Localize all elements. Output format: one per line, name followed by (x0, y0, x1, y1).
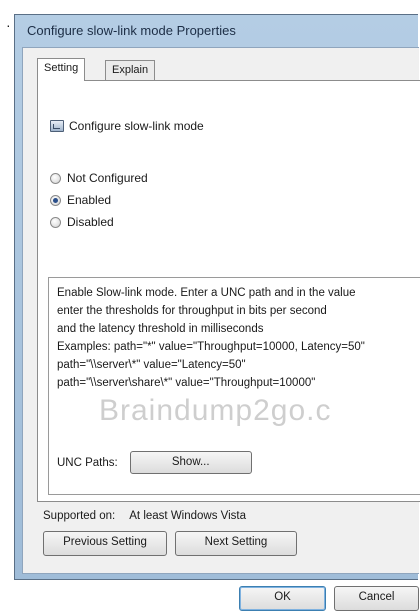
supported-on-label: Supported on: (43, 510, 116, 522)
ok-button[interactable]: OK (239, 586, 326, 611)
radio-disabled[interactable]: Disabled (50, 213, 114, 231)
help-text-line: enter the thresholds for throughput in b… (57, 305, 327, 317)
radio-label: Not Configured (67, 171, 148, 185)
tab-explain[interactable]: Explain (105, 60, 156, 80)
help-text-line: Enable Slow-link mode. Enter a UNC path … (57, 287, 356, 299)
watermark: Braindump2go.c (99, 394, 332, 427)
dialog-body: Setting Explain Configure slow-link mode… (22, 47, 420, 611)
bullet-mark: · (6, 17, 11, 33)
previous-setting-button[interactable]: Previous Setting (43, 531, 167, 556)
supported-on: Supported on: At least Windows Vista (43, 510, 246, 522)
radio-enabled[interactable]: Enabled (50, 191, 111, 209)
unc-paths-row: UNC Paths: Show... (57, 451, 252, 474)
help-text-line: path="\\server\*" value="Latency=50" (57, 359, 246, 371)
radio-label: Enabled (67, 193, 112, 207)
help-text-line: and the latency threshold in millisecond… (57, 323, 264, 335)
options-area: Enable Slow-link mode. Enter a UNC path … (48, 277, 420, 495)
radio-button-icon[interactable] (50, 172, 61, 184)
title-bar[interactable]: Configure slow-link mode Properties (15, 15, 418, 47)
tab-setting[interactable]: Setting (37, 58, 86, 81)
radio-not-configured[interactable]: Not Configured (50, 169, 148, 187)
policy-setting-icon (50, 120, 64, 132)
properties-dialog: Configure slow-link mode Properties Sett… (14, 14, 420, 611)
help-text-line: path="\\server\share\*" value="Throughpu… (57, 377, 316, 389)
show-button[interactable]: Show... (129, 451, 252, 474)
radio-label: Disabled (67, 215, 114, 229)
cancel-button[interactable]: Cancel (334, 586, 419, 611)
policy-name: Configure slow-link mode (69, 119, 204, 133)
help-text-line: Examples: path="*" value="Throughput=100… (57, 341, 365, 353)
radio-button-selected-icon[interactable] (50, 194, 61, 206)
setting-panel: Configure slow-link mode Not Configured … (37, 80, 420, 502)
policy-header: Configure slow-link mode (50, 117, 204, 135)
window-title: Configure slow-link mode Properties (27, 23, 236, 38)
unc-paths-label: UNC Paths: (57, 456, 118, 469)
supported-on-value: At least Windows Vista (129, 510, 247, 522)
next-setting-button[interactable]: Next Setting (175, 531, 297, 556)
radio-button-icon[interactable] (50, 216, 61, 228)
